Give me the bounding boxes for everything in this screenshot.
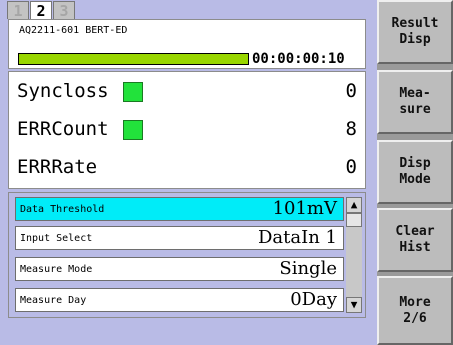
softkey-label-line2: Mode — [399, 172, 431, 187]
softkey-label-line1: Result — [391, 16, 439, 31]
instrument-screen: 1 2 3 AQ2211-601 BERT-ED 00:00:00:10 Syn… — [0, 0, 377, 345]
result-row-errrate: ERRRate 0 — [9, 152, 365, 184]
param-input-select[interactable]: Input Select DataIn 1 — [15, 226, 344, 250]
parameter-scrollbar[interactable]: ▲ ▼ — [346, 197, 362, 314]
progress-fill — [19, 54, 248, 64]
elapsed-time: 00:00:00:10 — [252, 51, 345, 67]
param-label: Measure Day — [20, 295, 87, 306]
softkey-more[interactable]: More 2/6 — [377, 276, 453, 345]
triangle-down-icon[interactable]: ▼ — [346, 297, 362, 313]
param-data-threshold[interactable]: Data Threshold 101mV — [15, 197, 344, 221]
param-value: DataIn 1 — [257, 227, 337, 248]
scroll-thumb[interactable] — [346, 213, 362, 227]
param-value: 0Day — [290, 289, 337, 310]
param-value: 101mV — [272, 198, 337, 219]
tab-3[interactable]: 3 — [53, 1, 75, 20]
scroll-track[interactable] — [346, 213, 362, 297]
softkey-label-line1: Mea- — [399, 86, 431, 101]
softkey-label-line2: Hist — [399, 240, 431, 255]
softkey-label-line2: sure — [399, 102, 431, 117]
param-measure-mode[interactable]: Measure Mode Single — [15, 257, 344, 281]
result-row-errcount: ERRCount 8 — [9, 114, 365, 146]
tab-1[interactable]: 1 — [7, 1, 29, 20]
result-label: Syncloss — [17, 80, 109, 102]
measurement-progress-bar — [18, 53, 249, 65]
errcount-indicator-icon — [123, 120, 143, 140]
results-panel: Syncloss 0 ERRCount 8 ERRRate 0 — [8, 71, 366, 189]
syncloss-indicator-icon — [123, 82, 143, 102]
softkey-label-line2: Disp — [399, 32, 431, 47]
softkey-label-line1: Disp — [399, 156, 431, 171]
param-label: Data Threshold — [20, 204, 105, 215]
result-row-syncloss: Syncloss 0 — [9, 76, 365, 108]
softkey-clear-hist[interactable]: Clear Hist — [377, 208, 453, 272]
page-tabs: 1 2 3 — [7, 1, 76, 20]
param-label: Input Select — [20, 233, 93, 244]
softkey-measure[interactable]: Mea- sure — [377, 70, 453, 134]
param-value: Single — [279, 258, 337, 279]
module-title: AQ2211-601 BERT-ED — [19, 25, 128, 36]
softkey-disp-mode[interactable]: Disp Mode — [377, 140, 453, 204]
module-header: AQ2211-601 BERT-ED 00:00:00:10 — [8, 19, 366, 69]
softkey-result-disp[interactable]: Result Disp — [377, 0, 453, 64]
softkey-label-line1: More — [399, 294, 431, 310]
result-value: 8 — [345, 118, 357, 140]
param-label: Measure Mode — [20, 264, 93, 275]
result-label: ERRRate — [17, 156, 98, 178]
softkey-panel: Result Disp Mea- sure Disp Mode Clear Hi… — [377, 0, 453, 345]
softkey-label-line2: 2/6 — [403, 310, 427, 326]
param-measure-day[interactable]: Measure Day 0Day — [15, 288, 344, 312]
result-label: ERRCount — [17, 118, 109, 140]
tab-2[interactable]: 2 — [30, 1, 52, 20]
softkey-label-line1: Clear — [395, 224, 435, 239]
parameter-list: Data Threshold 101mV Input Select DataIn… — [8, 192, 366, 318]
triangle-up-icon[interactable]: ▲ — [346, 197, 362, 213]
result-value: 0 — [345, 80, 357, 102]
result-value: 0 — [345, 156, 357, 178]
